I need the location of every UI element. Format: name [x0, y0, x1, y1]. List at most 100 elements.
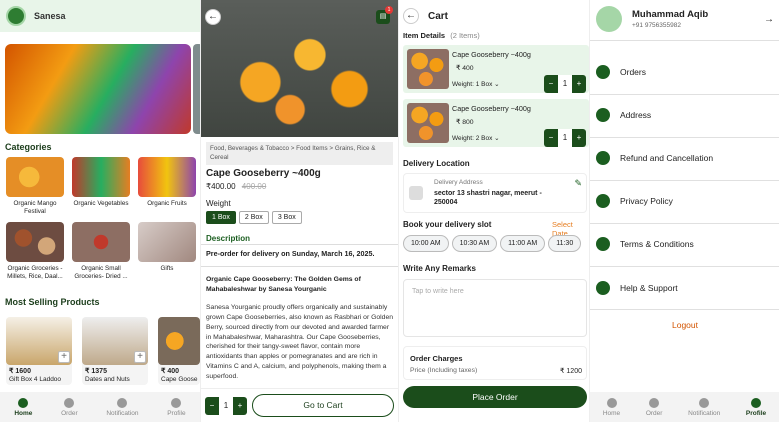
quantity-stepper: −1 + — [205, 397, 247, 415]
description-title: Description — [206, 234, 251, 243]
item-details-label: Item Details — [403, 31, 446, 40]
nav-home[interactable]: Home — [603, 397, 620, 417]
most-selling-title: Most Selling Products — [5, 297, 100, 307]
cart-icon: ▤ — [379, 13, 387, 20]
slot-option[interactable]: 11:00 AM — [500, 235, 546, 252]
menu-refund[interactable]: Refund and Cancellation — [596, 143, 774, 173]
home-header: Sanesa — [0, 0, 200, 32]
arrow-left-icon: ← — [208, 11, 218, 22]
category-fruits[interactable]: Organic Fruits — [138, 157, 196, 208]
weight-label: Weight — [206, 199, 231, 208]
bottom-nav: Home Order Notification Profile — [0, 392, 200, 422]
address-card[interactable]: Delivery Address sector 13 shastri nagar… — [403, 173, 587, 213]
description-body: Sanesa Yourganic proudly offers organica… — [206, 304, 394, 380]
order-charges-card: Order Charges Price (Including taxes) ₹ … — [403, 346, 587, 380]
category-small-groceries[interactable]: Organic Small Groceries- Dried ... — [72, 222, 130, 281]
place-order-button[interactable]: Place Order — [403, 386, 587, 408]
item-details-row: Item Details (2 Items) — [403, 31, 480, 40]
nav-notification[interactable]: Notification — [688, 397, 720, 417]
profile-header[interactable]: Muhammad Aqib +91 9756355982 → — [590, 0, 779, 38]
menu-orders[interactable]: Orders — [596, 57, 774, 87]
product-card[interactable]: + ₹ 1375 Dates and Nuts — [82, 317, 148, 385]
category-groceries[interactable]: Organic Groceries - Millets, Rice, Daal.… — [6, 222, 64, 281]
weight-option[interactable]: 3 Box — [271, 211, 302, 224]
bottom-nav: Home Order Notification Profile — [590, 392, 779, 422]
document-icon — [596, 194, 610, 208]
quantity-value: 1 — [558, 129, 572, 147]
item-price: ₹ 400 — [456, 65, 474, 72]
home-icon — [606, 397, 617, 408]
go-to-cart-button[interactable]: Go to Cart — [252, 394, 394, 417]
person-icon — [171, 397, 182, 408]
brand-name: Sanesa — [34, 11, 66, 21]
slot-option[interactable]: 10:00 AM — [403, 235, 449, 252]
profile-name: Muhammad Aqib — [632, 9, 709, 20]
item-weight[interactable]: Weight: 2 Box ⌄ — [452, 134, 500, 142]
item-count: (2 Items) — [450, 31, 480, 40]
add-button[interactable]: + — [58, 351, 70, 363]
category-vegetables[interactable]: Organic Vegetables — [72, 157, 130, 208]
item-name: Cape Gooseberry ~400g — [452, 50, 531, 59]
menu-help[interactable]: Help & Support — [596, 273, 774, 303]
slot-option[interactable]: 11:30 — [548, 235, 582, 252]
remarks-title: Write Any Remarks — [403, 264, 476, 273]
decrement-button[interactable]: − — [544, 129, 558, 147]
logout-button[interactable]: Logout — [590, 320, 779, 330]
product-card[interactable]: + ₹ 1600 Gift Box 4 Laddoo — [6, 317, 72, 385]
truck-icon — [409, 186, 423, 200]
promo-banner-next[interactable] — [193, 44, 200, 134]
promo-banner[interactable] — [5, 44, 191, 134]
product-card[interactable]: ₹ 400 Cape Goose — [158, 317, 200, 385]
home-icon — [18, 397, 29, 408]
item-price: ₹ 800 — [456, 119, 474, 126]
decrement-button[interactable]: − — [544, 75, 558, 93]
category-mango[interactable]: Organic Mango Festival — [6, 157, 64, 216]
cart-badge: 1 — [385, 6, 393, 14]
divider — [201, 244, 398, 245]
delivery-location-title: Delivery Location — [403, 159, 470, 168]
nav-profile[interactable]: Profile — [167, 397, 186, 417]
increment-button[interactable]: + — [572, 129, 586, 147]
remarks-input[interactable]: Tap to write here — [403, 279, 587, 337]
quantity-value: 1 — [219, 397, 233, 415]
nav-order[interactable]: Order — [61, 397, 78, 417]
divider — [201, 266, 398, 267]
divider — [590, 137, 779, 138]
description-subtitle: Organic Cape Gooseberry: The Golden Gems… — [206, 276, 361, 293]
quantity-stepper: −1 + — [544, 75, 586, 93]
back-button[interactable]: ← — [205, 9, 221, 25]
breadcrumb: Food, Beverages & Tobacco > Food Items >… — [206, 142, 393, 165]
menu-address[interactable]: Address — [596, 100, 774, 130]
chevron-down-icon: ⌄ — [494, 81, 500, 88]
home-screen: Sanesa Categories Organic Mango Festival… — [0, 0, 200, 422]
increment-button[interactable]: + — [572, 75, 586, 93]
weight-option[interactable]: 1 Box — [206, 211, 236, 224]
avatar — [596, 6, 622, 32]
arrow-right-icon[interactable]: → — [764, 14, 774, 25]
arrow-left-icon: ← — [406, 10, 416, 21]
cart-title: Cart — [428, 11, 449, 22]
cart-item: Cape Gooseberry ~400g ₹ 800 Weight: 2 Bo… — [403, 99, 589, 147]
item-weight[interactable]: Weight: 1 Box ⌄ — [452, 80, 500, 88]
preorder-note: Pre-order for delivery on Sunday, March … — [206, 249, 375, 258]
slot-option[interactable]: 10:30 AM — [451, 235, 498, 252]
menu-terms[interactable]: Terms & Conditions — [596, 229, 774, 259]
nav-profile[interactable]: Profile — [746, 397, 766, 417]
decrement-button[interactable]: − — [205, 397, 219, 415]
address-label: Delivery Address — [434, 179, 483, 186]
back-button[interactable]: ← — [403, 8, 419, 24]
cart-screen: ← Cart Item Details (2 Items) Cape Goose… — [398, 0, 589, 422]
nav-notification[interactable]: Notification — [106, 397, 139, 417]
edit-icon[interactable]: ✎ — [574, 178, 582, 189]
divider — [590, 40, 779, 41]
nav-order[interactable]: Order — [646, 397, 662, 417]
increment-button[interactable]: + — [233, 397, 247, 415]
nav-home[interactable]: Home — [14, 397, 32, 417]
menu-privacy[interactable]: Privacy Policy — [596, 186, 774, 216]
category-gifts[interactable]: Gifts — [138, 222, 196, 273]
category-label: Organic Fruits — [147, 200, 187, 207]
bell-icon — [699, 397, 710, 408]
order-charges-title: Order Charges — [410, 354, 463, 363]
add-button[interactable]: + — [134, 351, 146, 363]
weight-option[interactable]: 2 Box — [238, 211, 269, 224]
